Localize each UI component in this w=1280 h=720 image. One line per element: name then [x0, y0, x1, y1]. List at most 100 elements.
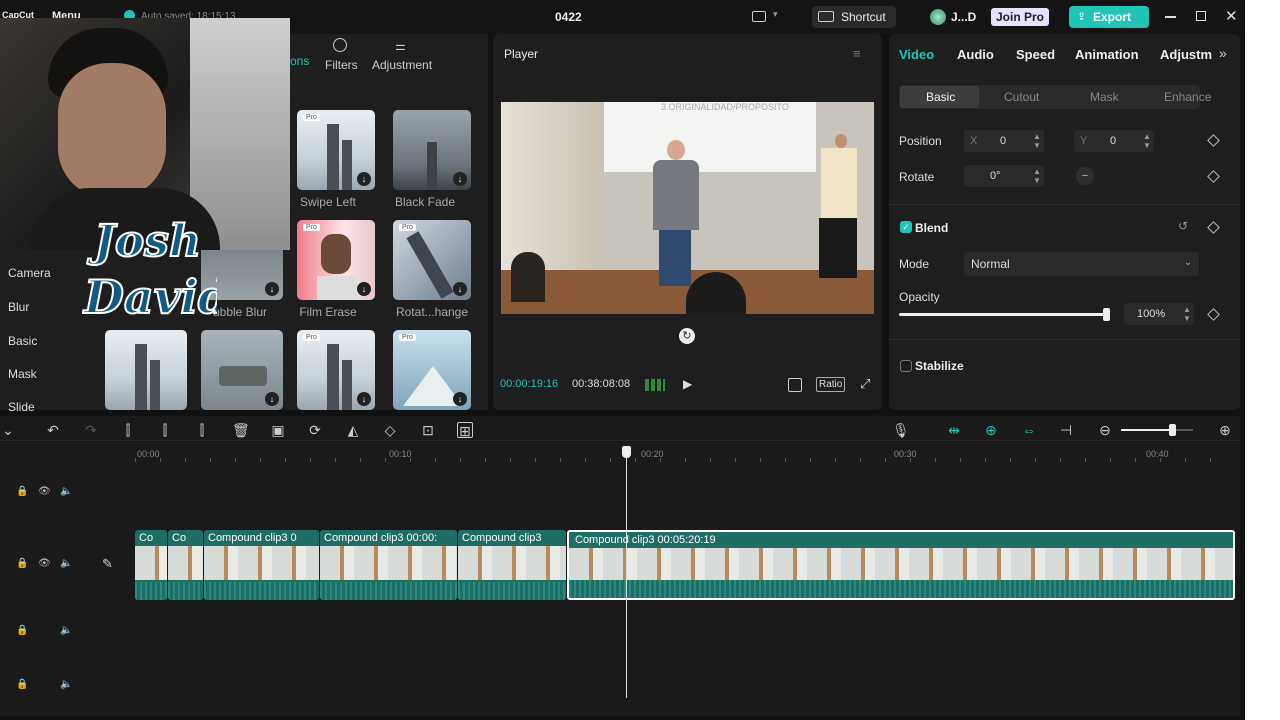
stepper-icon[interactable]: ▲ ▼	[1033, 132, 1041, 150]
maximize-icon[interactable]	[1196, 11, 1206, 21]
auto-snapping-icon[interactable]: ⊕	[983, 422, 999, 438]
minimize-icon[interactable]	[1165, 16, 1176, 18]
transition-thumb-swipe-left[interactable]: Pro ↓	[297, 110, 375, 190]
sidebar-item-mask[interactable]: Mask	[8, 367, 37, 381]
subtab-mask[interactable]: Mask	[1090, 90, 1119, 104]
video-preview[interactable]: 3.ORIGINALIDAD/PROPOSITO	[501, 102, 874, 314]
layout-icon[interactable]	[752, 11, 766, 22]
rotate-dial-icon[interactable]: –	[1076, 167, 1094, 185]
sidebar-item-slide[interactable]: Slide	[8, 400, 35, 414]
speaker-icon[interactable]: 🔈	[60, 486, 72, 497]
transition-thumb[interactable]: Pro ↓	[393, 330, 471, 410]
opacity-handle[interactable]	[1103, 308, 1110, 321]
eye-icon[interactable]: 👁	[38, 486, 51, 497]
lock-icon[interactable]: 🔒	[16, 679, 28, 690]
reverse-icon[interactable]: ⟳	[307, 422, 323, 438]
mirror-icon[interactable]: ◭	[345, 422, 361, 438]
download-icon[interactable]: ↓	[453, 392, 467, 406]
user-name[interactable]: J...D	[951, 10, 976, 24]
zoom-slider[interactable]	[1121, 424, 1193, 436]
tab-transitions[interactable]: ons	[290, 54, 309, 68]
split-left-icon[interactable]: ⫿	[157, 422, 173, 438]
timeline-clip[interactable]: Compound clip3 0	[204, 530, 319, 600]
keyframe-icon[interactable]	[1207, 308, 1220, 321]
blend-checkbox[interactable]: ✓	[900, 221, 912, 233]
transition-thumb-black-fade[interactable]: ↓	[393, 110, 471, 190]
join-pro-button[interactable]: Join Pro	[991, 8, 1049, 26]
expand-icon[interactable]: ⤢	[860, 376, 870, 392]
zoom-handle[interactable]	[1168, 424, 1176, 436]
close-icon[interactable]: ✕	[1225, 7, 1238, 25]
export-button[interactable]: ⇪ Export	[1069, 6, 1149, 28]
chevron-right-icon[interactable]: »	[1219, 45, 1227, 61]
ratio-button[interactable]: Ratio	[816, 377, 846, 392]
redo-icon[interactable]: ↷	[83, 422, 99, 438]
download-icon[interactable]: ↓	[357, 282, 371, 296]
microphone-icon[interactable]: 🎙	[892, 422, 910, 438]
transition-thumb[interactable]: Pro ↓	[297, 330, 375, 410]
speaker-icon[interactable]: 🔈	[60, 625, 72, 636]
main-track-magnet-icon[interactable]: ⇹	[946, 422, 962, 438]
delete-icon[interactable]: 🗑	[232, 422, 250, 438]
speaker-icon[interactable]: 🔈	[60, 558, 72, 569]
timeline-clip[interactable]: Compound clip3 00:00:	[320, 530, 457, 600]
download-icon[interactable]: ↓	[265, 392, 279, 406]
timeline-ruler[interactable]	[135, 458, 1235, 462]
stepper-icon[interactable]: ▲ ▼	[1033, 167, 1041, 185]
tab-animation[interactable]: Animation	[1075, 47, 1139, 62]
chevron-down-icon[interactable]: ▾	[773, 9, 778, 20]
mode-select[interactable]: Normal ⌄	[964, 252, 1199, 276]
timeline-clip-selected[interactable]: Compound clip3 00:05:20:19	[567, 530, 1235, 600]
avatar[interactable]	[930, 9, 946, 25]
split-icon[interactable]: ⫿	[120, 422, 136, 438]
auto-reframe-icon[interactable]: ⊞	[457, 422, 473, 439]
undo-icon[interactable]: ↶	[45, 422, 61, 438]
transition-thumb-rotation-change[interactable]: Pro ↓	[393, 220, 471, 300]
linkage-icon[interactable]: ⇔	[1021, 422, 1037, 438]
transition-thumb[interactable]	[105, 330, 187, 410]
tab-audio[interactable]: Audio	[957, 47, 994, 62]
split-right-icon[interactable]: ⫿	[194, 422, 210, 438]
tab-filters[interactable]: Filters	[325, 58, 358, 72]
download-icon[interactable]: ↓	[357, 172, 371, 186]
timeline-clip[interactable]: Co	[135, 530, 167, 600]
sidebar-item-basic[interactable]: Basic	[8, 334, 37, 348]
fullscreen-crop-icon[interactable]	[788, 378, 802, 392]
timeline-clip[interactable]: Compound clip3	[458, 530, 566, 600]
transition-thumb[interactable]: ↓	[201, 330, 283, 410]
shortcut-button[interactable]: Shortcut	[812, 6, 896, 28]
zoom-out-icon[interactable]: ⊖	[1097, 422, 1113, 438]
tab-video[interactable]: Video	[899, 47, 934, 62]
keyframe-icon[interactable]	[1207, 134, 1220, 147]
keyframe-icon[interactable]	[1207, 170, 1220, 183]
transition-thumb-film-erase[interactable]: Pro ↓	[297, 220, 375, 300]
stepper-icon[interactable]: ▲ ▼	[1183, 305, 1191, 323]
reset-icon[interactable]: ↺	[1178, 219, 1188, 233]
play-icon[interactable]: ▶	[683, 377, 692, 391]
speaker-icon[interactable]: 🔈	[60, 679, 72, 690]
download-icon[interactable]: ↓	[265, 282, 279, 296]
crop-icon[interactable]: ⊡	[420, 422, 436, 438]
stepper-icon[interactable]: ▲ ▼	[1143, 132, 1151, 150]
tab-adjustment[interactable]: Adjustm	[1160, 47, 1212, 62]
tab-adjustment[interactable]: Adjustment	[372, 58, 432, 72]
download-icon[interactable]: ↓	[453, 282, 467, 296]
rotate-icon[interactable]: ↻	[679, 328, 695, 344]
lock-icon[interactable]: 🔒	[16, 558, 28, 569]
lock-icon[interactable]: 🔒	[16, 625, 28, 636]
subtab-basic[interactable]: Basic	[926, 90, 955, 104]
lock-icon[interactable]: 🔒	[16, 486, 28, 497]
playhead[interactable]	[626, 452, 627, 698]
opacity-slider[interactable]	[899, 308, 1110, 321]
rotate-clip-icon[interactable]: ◇	[382, 422, 398, 438]
playhead-handle[interactable]	[622, 446, 631, 458]
zoom-in-icon[interactable]: ⊕	[1217, 422, 1233, 438]
position-y-field[interactable]: Y 0 ▲ ▼	[1074, 130, 1154, 152]
sidebar-item-blur[interactable]: Blur	[8, 300, 29, 314]
rotate-field[interactable]: 0° ▲ ▼	[964, 165, 1044, 187]
subtab-cutout[interactable]: Cutout	[1004, 90, 1039, 104]
freeze-icon[interactable]: ▣	[270, 422, 286, 438]
download-icon[interactable]: ↓	[357, 392, 371, 406]
tab-speed[interactable]: Speed	[1016, 47, 1055, 62]
edit-cover-icon[interactable]: ✎	[102, 556, 113, 572]
